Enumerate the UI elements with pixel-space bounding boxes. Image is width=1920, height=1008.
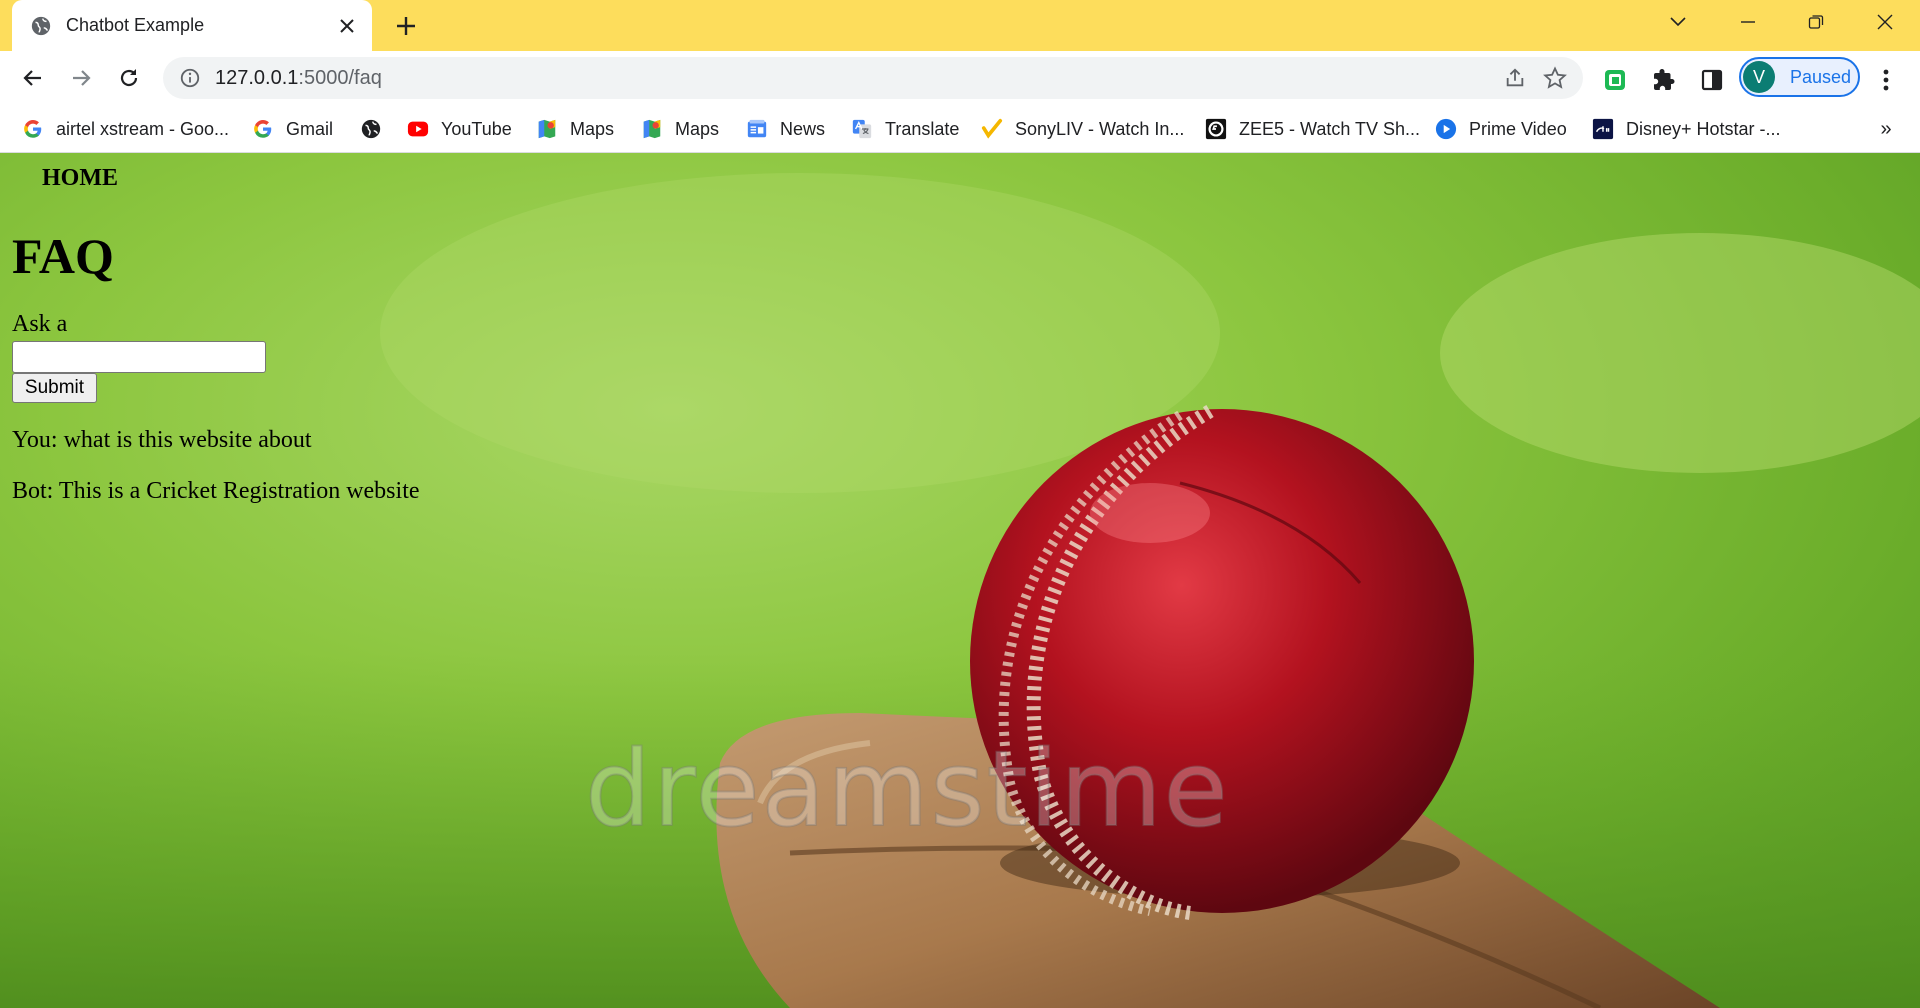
browser-titlebar: Chatbot Example (0, 0, 1920, 51)
bookmark-label: YouTube (441, 118, 512, 139)
zee5-icon (1205, 118, 1227, 140)
chevron-down-icon (1670, 17, 1686, 27)
avatar: V (1743, 61, 1775, 93)
profile-status: Paused (1790, 66, 1852, 87)
new-tab-button[interactable] (390, 10, 422, 42)
maps-icon (538, 119, 556, 139)
bookmark-item[interactable]: Translate (851, 113, 959, 145)
bookmark-label: airtel xstream - Goo... (56, 118, 230, 139)
back-button[interactable] (16, 61, 50, 95)
watermark-text: dreamstime (584, 727, 1230, 851)
bookmark-item[interactable]: Gmail (252, 113, 333, 145)
info-icon[interactable] (179, 67, 201, 89)
forward-button[interactable] (64, 61, 98, 95)
bookmark-item[interactable]: SonyLIV - Watch In... (981, 113, 1184, 145)
bookmark-item[interactable] (360, 113, 382, 145)
bookmark-item[interactable]: Maps (641, 113, 719, 145)
bookmark-item[interactable]: airtel xstream - Goo... (22, 113, 229, 145)
news-icon (747, 119, 767, 138)
profile-button[interactable]: V Paused (1739, 57, 1860, 97)
maps-icon (643, 119, 661, 139)
browser-toolbar: 127.0.0.1:5000/faq V Paused (0, 51, 1920, 105)
plus-icon (397, 17, 415, 35)
close-tab-icon[interactable] (332, 11, 362, 41)
restore-icon (1808, 15, 1824, 29)
bookmark-item[interactable]: Maps (536, 113, 614, 145)
bookmark-label: Maps (570, 118, 615, 139)
tab-title: Chatbot Example (66, 15, 205, 35)
bookmark-item[interactable]: News (746, 113, 825, 145)
reload-button[interactable] (112, 61, 146, 95)
page-title: FAQ (12, 228, 114, 284)
share-icon[interactable] (1495, 58, 1535, 98)
translate-icon (852, 119, 872, 139)
google-icon (254, 120, 272, 138)
bookmark-label: SonyLIV - Watch In... (1015, 118, 1185, 139)
bookmark-item[interactable]: Disney+ Hotstar -... (1592, 113, 1781, 145)
minimize-button[interactable] (1725, 6, 1771, 38)
bookmark-label: Maps (675, 118, 720, 139)
bookmark-label: Prime Video (1469, 118, 1567, 139)
close-window-button[interactable] (1862, 6, 1908, 38)
hotstar-icon (1592, 118, 1614, 140)
prime-video-icon (1435, 118, 1457, 140)
page-viewport: HOME FAQ Ask a question: Submit You: wha… (0, 153, 1920, 1008)
bookmark-label: Translate (885, 118, 960, 139)
address-bar[interactable]: 127.0.0.1:5000/faq (163, 57, 1583, 99)
reload-icon (120, 69, 138, 87)
bookmark-item[interactable]: Prime Video (1435, 113, 1567, 145)
arrow-right-icon (73, 70, 91, 86)
browser-tab[interactable]: Chatbot Example (12, 0, 372, 51)
bot-message: Bot: This is a Cricket Registration webs… (12, 478, 420, 504)
tab-search-button[interactable] (1655, 6, 1701, 38)
cricket-background-image (0, 173, 1920, 1008)
close-icon (1877, 14, 1893, 30)
bookmark-item[interactable]: ZEE5 - Watch TV Sh... (1205, 113, 1420, 145)
url-path: :5000/faq (298, 66, 382, 89)
question-input[interactable] (12, 341, 266, 373)
sonyliv-icon (981, 118, 1003, 139)
bookmarks-bar: airtel xstream - Goo... Gmail YouTube Ma… (0, 105, 1920, 153)
google-icon (24, 120, 42, 138)
bookmark-label: Disney+ Hotstar -... (1626, 118, 1781, 139)
submit-button[interactable]: Submit (12, 373, 97, 403)
url-host: 127.0.0.1 (215, 66, 299, 89)
more-bookmarks-button[interactable]: » (1872, 115, 1900, 143)
globe-icon (31, 16, 51, 35)
bookmark-label: Gmail (286, 118, 334, 139)
globe-icon (361, 119, 381, 139)
bookmark-item[interactable]: YouTube (407, 113, 512, 145)
bookmark-star-icon[interactable] (1535, 58, 1575, 98)
kebab-menu-icon[interactable] (1869, 63, 1903, 97)
arrow-left-icon (23, 70, 41, 86)
extension-green-icon[interactable] (1598, 63, 1632, 97)
user-message: You: what is this website about (12, 427, 312, 453)
restore-button[interactable] (1793, 6, 1839, 38)
bookmark-label: ZEE5 - Watch TV Sh... (1239, 118, 1421, 139)
minimize-icon (1741, 21, 1755, 23)
url-text[interactable]: 127.0.0.1:5000/faq (215, 67, 1495, 90)
bookmark-label: News (780, 118, 826, 139)
extensions-puzzle-icon[interactable] (1647, 63, 1681, 97)
youtube-icon (407, 121, 429, 137)
nav-home-link[interactable]: HOME (42, 165, 118, 192)
side-panel-icon[interactable] (1695, 63, 1729, 97)
